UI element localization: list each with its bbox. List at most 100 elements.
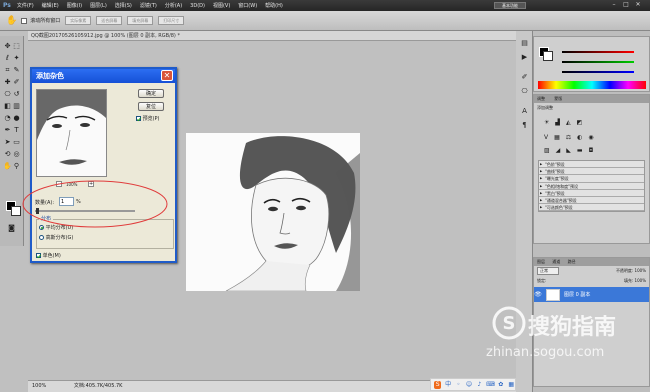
black-white-icon[interactable]: ◐ (577, 134, 582, 141)
chinese-mode-icon[interactable]: 中 (444, 381, 451, 389)
print-size-button[interactable]: 打印尺寸 (158, 16, 185, 25)
menu-window[interactable]: 窗口(W) (238, 2, 257, 9)
fill-field[interactable]: 填充: 100% (624, 278, 646, 284)
preset-channel-mixer[interactable]: "通道混合器"预设 (539, 196, 644, 205)
sogou-logo-icon[interactable]: S (434, 380, 442, 389)
actions-panel-icon[interactable]: ▶ (520, 53, 529, 62)
voice-icon[interactable]: ♪ (476, 381, 483, 389)
gaussian-radio[interactable] (39, 235, 44, 240)
eyedropper-icon[interactable]: ✎ (12, 66, 21, 75)
menu-layer[interactable]: 图层(L) (90, 2, 107, 9)
preview-option[interactable]: 预览(P) (136, 115, 160, 122)
invert-icon[interactable]: ▨ (544, 147, 550, 154)
menu-view[interactable]: 视图(V) (213, 2, 230, 9)
menu-help[interactable]: 帮助(H) (265, 2, 283, 9)
menu-edit[interactable]: 编辑(E) (42, 2, 59, 9)
marquee-tool-icon[interactable]: ⬚ (12, 42, 21, 51)
gradient-map-icon[interactable]: ▬ (577, 147, 583, 154)
gradient-tool-icon[interactable]: ▥ (12, 102, 21, 111)
dodge-tool-icon[interactable]: ● (12, 114, 21, 123)
layer-row-selected[interactable]: 👁 图层 0 副本 (534, 287, 649, 302)
history-panel-icon[interactable]: ▤ (520, 39, 529, 48)
preview-checkbox[interactable] (136, 116, 141, 121)
tab-layers[interactable]: 图层 (537, 259, 545, 264)
preset-black-white[interactable]: "黑白"预设 (539, 189, 644, 197)
opacity-field[interactable]: 不透明度: 100% (616, 268, 646, 274)
background-color-swatch[interactable] (11, 206, 21, 216)
ok-button[interactable]: 确定 (138, 89, 164, 98)
gaussian-option[interactable]: 高斯分布(G) (39, 234, 73, 241)
history-brush-icon[interactable]: ↺ (12, 90, 21, 99)
levels-icon[interactable]: ▟ (555, 119, 560, 126)
magic-wand-icon[interactable]: ✦ (12, 54, 21, 63)
visibility-eye-icon[interactable]: 👁 (534, 291, 542, 298)
keyboard-icon[interactable]: ⌨ (486, 381, 495, 389)
character-panel-icon[interactable]: A (520, 107, 529, 116)
healing-brush-icon[interactable]: ✚ (3, 78, 12, 87)
skin-icon[interactable]: ✿ (497, 381, 504, 389)
tab-adjustments[interactable]: 调整 (537, 96, 545, 101)
minimize-button[interactable]: – (610, 2, 618, 9)
path-select-icon[interactable]: ➤ (3, 138, 12, 147)
tab-paths[interactable]: 路径 (568, 259, 576, 264)
preset-selective-color[interactable]: "可选颜色"预设 (539, 204, 644, 212)
zoom-out-button[interactable]: – (56, 181, 62, 187)
blur-tool-icon[interactable]: ◔ (3, 114, 12, 123)
preset-exposure[interactable]: "曝光度"预设 (539, 175, 644, 183)
shape-tool-icon[interactable]: ▭ (12, 138, 21, 147)
panel-background-swatch[interactable] (543, 51, 553, 61)
clone-stamp-icon[interactable]: ⎔ (3, 90, 12, 99)
selective-color-icon[interactable]: ◘ (589, 147, 594, 154)
tab-channels[interactable]: 通道 (552, 259, 560, 264)
quick-mask-icon[interactable]: ◙ (7, 224, 16, 233)
color-balance-icon[interactable]: ⚖ (566, 134, 571, 141)
menu-3d[interactable]: 3D(D) (190, 3, 205, 9)
curves-icon[interactable]: ◭ (566, 119, 571, 126)
reset-button[interactable]: 复位 (138, 102, 164, 111)
type-tool-icon[interactable]: T (12, 126, 21, 135)
monochromatic-option[interactable]: 单色(M) (36, 252, 61, 259)
fit-screen-button[interactable]: 适合屏幕 (96, 16, 123, 25)
maximize-button[interactable]: □ (622, 2, 630, 9)
green-slider[interactable] (562, 61, 634, 63)
dialog-close-icon[interactable]: ✕ (161, 70, 173, 81)
vibrance-icon[interactable]: V (544, 134, 548, 141)
menu-analysis[interactable]: 分析(A) (165, 2, 182, 9)
close-window-button[interactable]: ✕ (634, 2, 642, 9)
scroll-all-checkbox[interactable] (21, 17, 28, 24)
clone-panel-icon[interactable]: ⎔ (520, 87, 529, 96)
zoom-tool-icon[interactable]: ⚲ (12, 162, 21, 171)
preset-curves[interactable]: "曲线"预设 (539, 168, 644, 176)
dialog-title[interactable]: 添加杂色 (32, 69, 175, 83)
brush-tool-icon[interactable]: ✐ (12, 78, 21, 87)
tab-masks[interactable]: 蒙版 (554, 96, 562, 101)
crop-tool-icon[interactable]: ⌗ (3, 66, 12, 75)
red-slider[interactable] (562, 51, 634, 53)
color-ramp[interactable] (538, 81, 646, 89)
brush-panel-icon[interactable]: ✐ (520, 73, 529, 82)
photo-filter-icon[interactable]: ◉ (588, 134, 593, 141)
preset-hue-saturation[interactable]: "色相/饱和度"预设 (539, 182, 644, 190)
punctuation-icon[interactable]: ◦ (455, 381, 462, 389)
amount-slider-thumb[interactable] (36, 208, 39, 214)
3d-orbit-icon[interactable]: ◎ (12, 150, 21, 159)
pen-tool-icon[interactable]: ✒ (3, 126, 12, 135)
3d-rotate-icon[interactable]: ⟲ (3, 150, 12, 159)
amount-slider-track[interactable] (35, 210, 135, 212)
uniform-option[interactable]: 平均分布(U) (39, 224, 73, 231)
blend-mode-select[interactable]: 正常 (537, 267, 559, 275)
preset-levels[interactable]: "色阶"预设 (539, 161, 644, 169)
menu-filter[interactable]: 滤镜(T) (140, 2, 157, 9)
posterize-icon[interactable]: ◢ (556, 147, 561, 154)
paragraph-panel-icon[interactable]: ¶ (520, 121, 529, 130)
menu-select[interactable]: 选择(S) (115, 2, 132, 9)
hue-saturation-icon[interactable]: ▦ (554, 134, 560, 141)
brightness-icon[interactable]: ☀ (544, 119, 549, 126)
move-tool-icon[interactable]: ✥ (3, 42, 12, 51)
amount-input[interactable] (59, 197, 74, 206)
workspace-button[interactable]: 基本功能 (494, 2, 526, 9)
blue-slider[interactable] (562, 71, 634, 73)
hand-tool-icon-2[interactable]: ✋ (3, 162, 12, 171)
menu-image[interactable]: 图像(I) (67, 2, 82, 9)
eraser-tool-icon[interactable]: ◧ (3, 102, 12, 111)
